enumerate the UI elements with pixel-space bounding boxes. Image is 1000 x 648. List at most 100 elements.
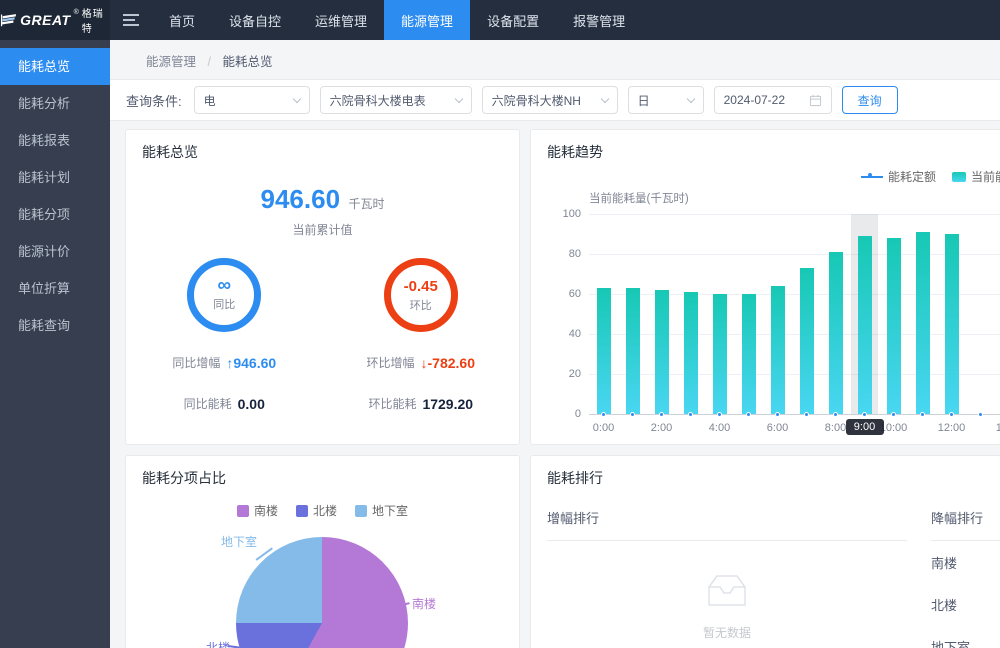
nav-item-alarm-management[interactable]: 报警管理 [556, 0, 642, 40]
yoy-ring-label: 同比 [213, 296, 235, 312]
tab-increase-ranking[interactable]: 增幅排行 [547, 508, 907, 541]
gridline [589, 334, 1000, 335]
mom-ring: -0.45 环比 [384, 258, 458, 332]
energy-type-select[interactable]: 电 [194, 86, 310, 114]
mom-energy-value: 1729.20 [422, 396, 473, 412]
app-root: GREAT ® 格瑞特 首页 设备自控 运维管理 能源管理 设备配置 报警管理 … [0, 0, 1000, 648]
date-picker[interactable]: 2024-07-22 [714, 86, 832, 114]
nav-item-energy-management[interactable]: 能源管理 [384, 0, 470, 40]
axis-pointer-label: 9:00 [846, 419, 884, 435]
query-toolbar: 查询条件: 电 六院骨科大楼电表 六院骨科大楼NH 日 [110, 79, 1000, 121]
trend-plot: 0204060801000:002:004:006:008:0010:0012:… [589, 214, 1000, 414]
breadcrumb-parent[interactable]: 能源管理 [146, 55, 196, 69]
legend-item-current[interactable]: 当前能耗 [952, 168, 1000, 185]
ranking-decrease-list: 南楼北楼地下室 [931, 541, 1000, 648]
empty-box-icon [701, 571, 753, 611]
sidebar-item-energy-report[interactable]: 能耗报表 [0, 122, 110, 159]
quota-line-dot [833, 412, 838, 417]
chevron-down-icon [686, 94, 694, 102]
trend-bar [858, 236, 872, 414]
legend-swatch [237, 505, 249, 517]
sidebar-item-unit-conversion[interactable]: 单位折算 [0, 270, 110, 307]
yoy-growth-label: 同比增幅 [172, 354, 220, 371]
pie-label-basement: 地下室 [221, 533, 257, 550]
trend-legend: 能耗定额 当前能耗 [861, 168, 1000, 185]
trend-bar [684, 292, 698, 414]
legend-swatch [296, 505, 308, 517]
legend-label: 地下室 [372, 502, 408, 519]
gridline [589, 294, 1000, 295]
x-axis-tick: 12:00 [932, 422, 972, 434]
search-button[interactable]: 查询 [842, 86, 898, 114]
gridline [589, 214, 1000, 215]
sidebar-item-energy-plan[interactable]: 能耗计划 [0, 159, 110, 196]
trend-bar [829, 252, 843, 414]
legend-item-quota[interactable]: 能耗定额 [861, 168, 936, 185]
chevron-down-icon [454, 94, 462, 102]
pie-label-north: 北楼 [206, 639, 230, 648]
x-axis-tick: 0:00 [584, 422, 624, 434]
current-value-unit: 千瓦时 [348, 197, 384, 211]
top-navigation: 首页 设备自控 运维管理 能源管理 设备配置 报警管理 [152, 0, 642, 40]
topbar: GREAT ® 格瑞特 首页 设备自控 运维管理 能源管理 设备配置 报警管理 [0, 0, 1000, 40]
nav-item-home[interactable]: 首页 [152, 0, 212, 40]
device-select[interactable]: 六院骨科大楼NH [482, 86, 618, 114]
trend-bar [887, 238, 901, 414]
mom-ring-value: -0.45 [404, 278, 438, 295]
y-axis-tick: 40 [547, 328, 581, 340]
device-value: 六院骨科大楼NH [492, 92, 594, 109]
chevron-down-icon [292, 94, 300, 102]
trend-bar [800, 268, 814, 414]
quota-line-dot [949, 412, 954, 417]
period-select[interactable]: 日 [628, 86, 704, 114]
brand-logo: GREAT ® 格瑞特 [0, 0, 110, 40]
quota-line-dot [630, 412, 635, 417]
increase-ranking-column: 增幅排行 暂无数据 [547, 508, 907, 641]
meter-select[interactable]: 六院骨科大楼电表 [320, 86, 472, 114]
quota-line-dot [775, 412, 780, 417]
x-axis-tick: 14:00 [990, 422, 1000, 434]
panel-title: 能耗总览 [126, 130, 519, 170]
pie-label-south: 南楼 [412, 595, 436, 612]
legend-item[interactable]: 地下室 [355, 502, 408, 519]
panel-title: 能耗分项占比 [126, 456, 519, 496]
quota-line-dot [659, 412, 664, 417]
nav-item-device-config[interactable]: 设备配置 [470, 0, 556, 40]
legend-item[interactable]: 南楼 [237, 502, 278, 519]
meter-value: 六院骨科大楼电表 [330, 92, 448, 109]
sidebar-item-energy-subitem[interactable]: 能耗分项 [0, 196, 110, 233]
legend-label: 北楼 [313, 502, 337, 519]
pie-legend: 南楼 北楼 地下室 [126, 496, 519, 519]
trend-bar [713, 294, 727, 414]
sidebar-item-energy-analysis[interactable]: 能耗分析 [0, 85, 110, 122]
sidebar-collapse-icon[interactable] [110, 0, 152, 40]
quota-line-dot [978, 412, 983, 417]
trend-bar [655, 290, 669, 414]
breadcrumb-current: 能耗总览 [222, 55, 272, 69]
y-axis-tick: 20 [547, 368, 581, 380]
legend-item[interactable]: 北楼 [296, 502, 337, 519]
yoy-energy-value: 0.00 [238, 396, 265, 412]
ranking-item: 南楼 [931, 541, 1000, 583]
yoy-ring: ∞ 同比 [187, 258, 261, 332]
yoy-ring-value: ∞ [217, 278, 231, 294]
sidebar-item-energy-overview[interactable]: 能耗总览 [0, 48, 110, 85]
nav-item-device-control[interactable]: 设备自控 [212, 0, 298, 40]
x-axis-tick: 6:00 [758, 422, 798, 434]
brand-registered-mark: ® [74, 9, 79, 16]
mom-ring-label: 环比 [410, 297, 432, 313]
breadcrumb: 能源管理 / 能耗总览 [110, 40, 1000, 79]
quota-line-dot [920, 412, 925, 417]
quota-line-dot [717, 412, 722, 417]
brand-name: GREAT [20, 12, 70, 28]
quota-line-dot [804, 412, 809, 417]
energy-ranking-panel: 能耗排行 增幅排行 暂无数据 [530, 455, 1000, 648]
yoy-energy-label: 同比能耗 [184, 395, 232, 412]
sidebar-item-energy-pricing[interactable]: 能源计价 [0, 233, 110, 270]
sidebar-item-energy-query[interactable]: 能耗查询 [0, 307, 110, 344]
calendar-icon [809, 94, 822, 107]
yoy-growth-value: ↑946.60 [226, 355, 276, 371]
y-axis-tick: 100 [547, 208, 581, 220]
tab-decrease-ranking[interactable]: 降幅排行 [931, 508, 1000, 541]
nav-item-ops-management[interactable]: 运维管理 [298, 0, 384, 40]
